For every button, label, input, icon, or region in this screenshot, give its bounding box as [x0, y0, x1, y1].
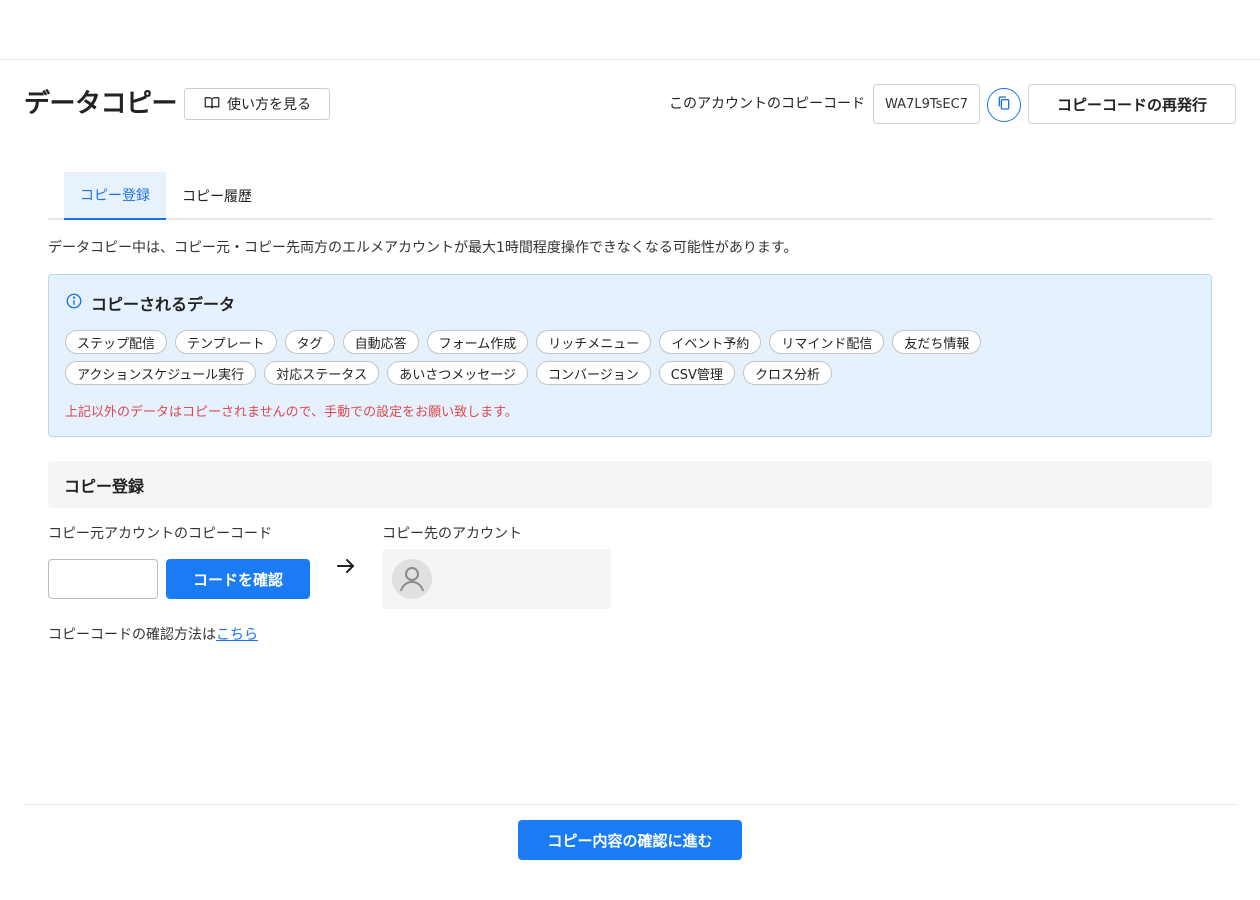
confirm-code-button[interactable]: コードを確認: [166, 559, 310, 599]
source-code-label: コピー元アカウントのコピーコード: [48, 526, 272, 542]
help-link[interactable]: こちら: [216, 627, 258, 643]
chip: CSV管理: [658, 361, 735, 385]
copy-code-value: WA7L9TsEC7: [873, 84, 980, 124]
chip: クロス分析: [742, 361, 832, 385]
warning-text: 上記以外のデータはコピーされませんので、手動での設定をお願い致します。: [65, 405, 518, 420]
top-bar: [0, 0, 1260, 60]
chip: 対応ステータス: [264, 361, 380, 385]
chip-list: ステップ配信 テンプレート タグ 自動応答 フォーム作成 リッチメニュー イベン…: [65, 330, 1195, 392]
info-title: コピーされるデータ: [65, 291, 235, 315]
chip-row-2: アクションスケジュール実行 対応ステータス あいさつメッセージ コンバージョン …: [65, 361, 1195, 385]
howto-label: 使い方を見る: [227, 96, 311, 112]
chip: リッチメニュー: [536, 330, 652, 354]
info-icon: [65, 292, 83, 314]
chip: テンプレート: [175, 330, 277, 354]
page-header: データコピー 使い方を見る このアカウントのコピーコード WA7L9TsEC7 …: [24, 84, 1236, 124]
chip: ステップ配信: [65, 330, 168, 354]
chip: タグ: [284, 330, 335, 354]
chip-row-1: ステップ配信 テンプレート タグ 自動応答 フォーム作成 リッチメニュー イベン…: [65, 330, 1195, 354]
help-line: コピーコードの確認方法はこちら: [48, 624, 258, 644]
chip: アクションスケジュール実行: [65, 361, 257, 385]
chip: 自動応答: [342, 330, 419, 354]
chip: 友だち情報: [892, 330, 982, 354]
source-code-input[interactable]: [48, 559, 158, 599]
reissue-code-button[interactable]: コピーコードの再発行: [1028, 84, 1236, 124]
chip: あいさつメッセージ: [387, 361, 528, 385]
howto-button[interactable]: 使い方を見る: [184, 88, 330, 120]
chip: リマインド配信: [769, 330, 885, 354]
proceed-button[interactable]: コピー内容の確認に進む: [518, 820, 742, 860]
tab-bar: コピー登録 コピー履歴: [48, 172, 1212, 220]
footer-divider: [24, 804, 1236, 805]
chip: フォーム作成: [426, 330, 529, 354]
copy-code-button[interactable]: [987, 88, 1021, 122]
book-icon: [203, 94, 221, 115]
notice-text: データコピー中は、コピー元・コピー先両方のエルメアカウントが最大1時間程度操作で…: [48, 240, 798, 256]
info-title-label: コピーされるデータ: [91, 295, 236, 314]
copied-data-info-box: コピーされるデータ ステップ配信 テンプレート タグ 自動応答 フォーム作成 リ…: [48, 274, 1212, 437]
register-section-header: コピー登録: [48, 461, 1212, 508]
dest-account-box: [382, 549, 611, 609]
tab-copy-history[interactable]: コピー履歴: [166, 172, 268, 220]
help-prefix: コピーコードの確認方法は: [48, 627, 216, 643]
page-title: データコピー: [24, 89, 178, 119]
tab-copy-register[interactable]: コピー登録: [64, 172, 166, 220]
user-avatar-icon: [392, 559, 432, 599]
copy-icon: [996, 95, 1012, 115]
copy-code-label: このアカウントのコピーコード: [669, 96, 865, 112]
arrow-right-icon: [334, 554, 358, 578]
chip: コンバージョン: [535, 361, 651, 385]
chip: イベント予約: [659, 330, 762, 354]
dest-account-label: コピー先のアカウント: [382, 526, 522, 542]
